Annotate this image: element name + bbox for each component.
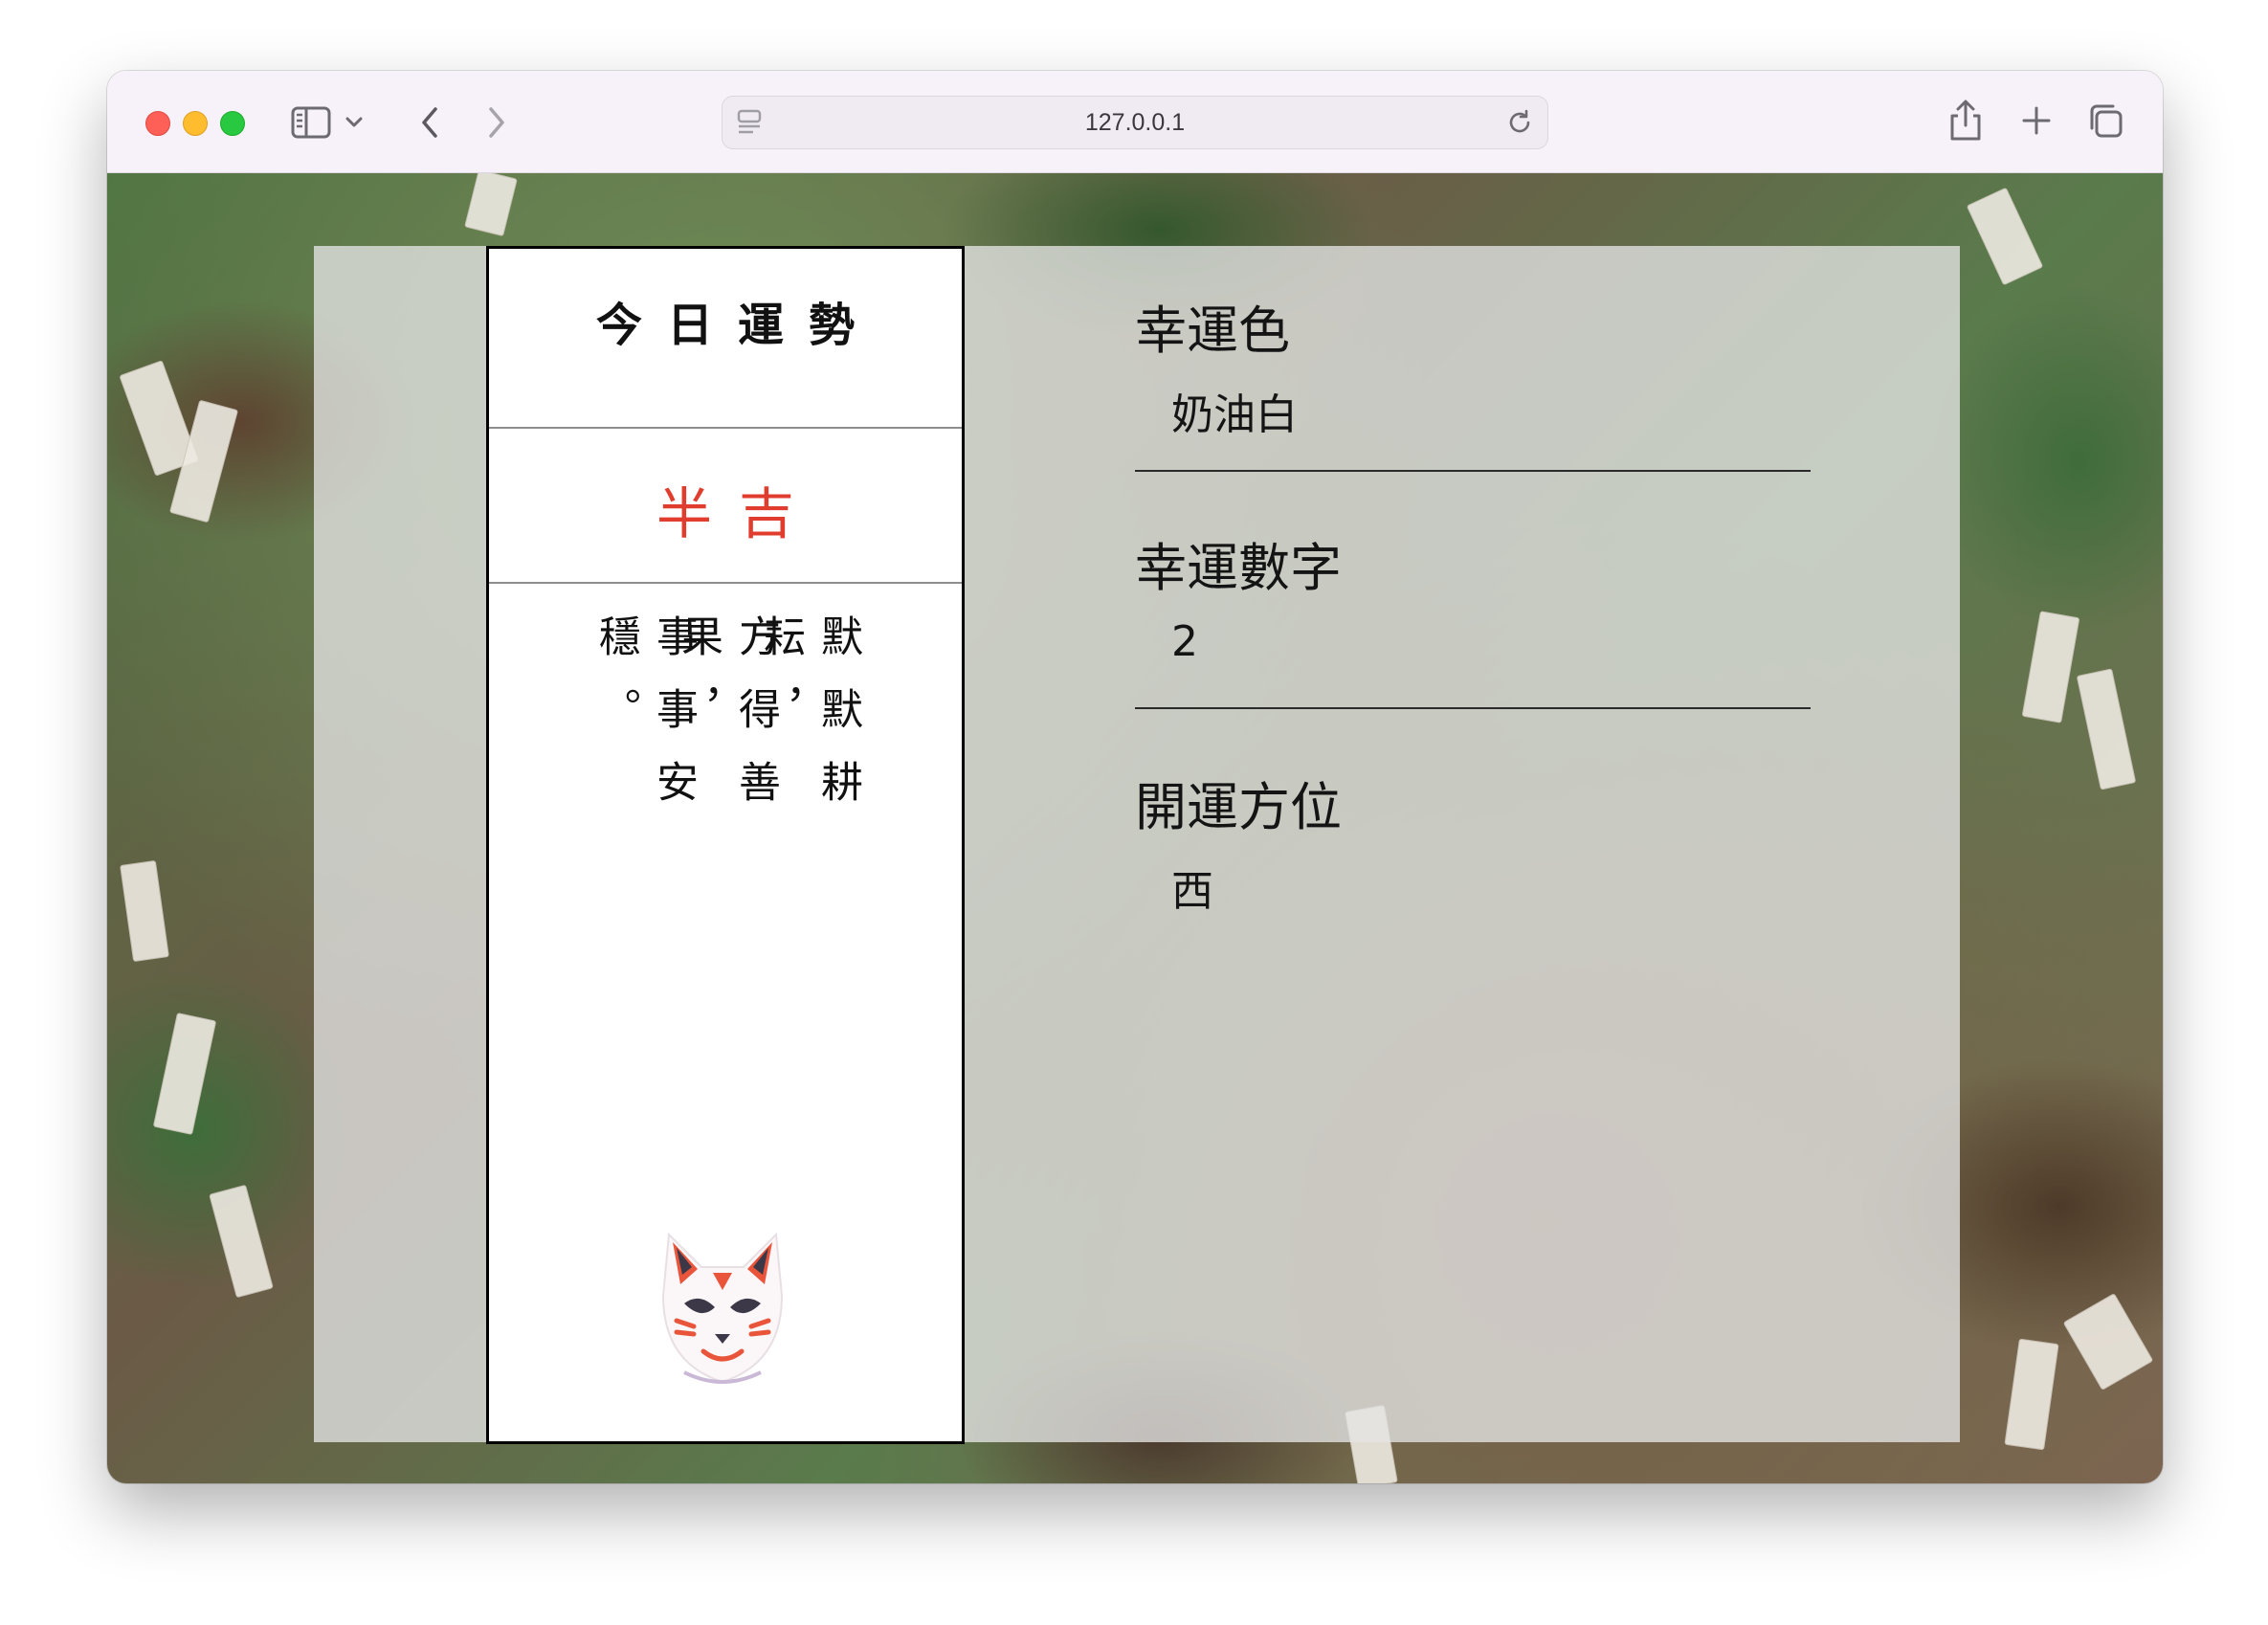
info-label: 開運方位 bbox=[1135, 777, 1342, 837]
omikuji-title: 今日運勢 bbox=[595, 299, 879, 352]
poem-line: 方得善果， bbox=[674, 614, 780, 833]
chevron-right-icon[interactable] bbox=[478, 101, 515, 144]
share-icon[interactable] bbox=[1945, 96, 1987, 145]
info-value: 西 bbox=[1171, 867, 1213, 916]
address-bar[interactable]: 127.0.0.1 bbox=[722, 96, 1548, 149]
info-value: 奶油白 bbox=[1171, 390, 1298, 439]
poem-line: 默默耕耘， bbox=[756, 614, 862, 833]
divider bbox=[1135, 707, 1811, 709]
url-text[interactable]: 127.0.0.1 bbox=[723, 97, 1547, 148]
minimize-window-button[interactable] bbox=[183, 111, 208, 136]
chevron-down-icon[interactable] bbox=[343, 107, 366, 138]
tabs-overview-icon[interactable] bbox=[2084, 100, 2126, 142]
plus-icon[interactable] bbox=[2015, 100, 2057, 142]
fox-mask-icon bbox=[656, 1229, 789, 1386]
omikuji-card: 今日運勢 半吉 默默耕耘， 方得善果， 事事安穩。 bbox=[486, 246, 965, 1444]
info-value: 2 bbox=[1171, 617, 1198, 666]
fortune-result: 半吉 bbox=[656, 481, 821, 546]
chevron-left-icon[interactable] bbox=[411, 101, 448, 144]
info-label: 幸運數字 bbox=[1135, 538, 1342, 598]
close-window-button[interactable] bbox=[145, 111, 170, 136]
divider bbox=[1135, 470, 1811, 472]
browser-toolbar: 127.0.0.1 bbox=[107, 71, 2163, 173]
sidebar-icon[interactable] bbox=[291, 103, 331, 142]
divider bbox=[489, 427, 962, 429]
page-viewport: 今日運勢 半吉 默默耕耘， 方得善果， 事事安穩。 幸運色 奶油白 幸運數字 2… bbox=[107, 173, 2163, 1483]
fortune-poem: 默默耕耘， 方得善果， 事事安穩。 bbox=[591, 614, 866, 959]
maximize-window-button[interactable] bbox=[220, 111, 245, 136]
divider bbox=[489, 582, 962, 584]
browser-window: 127.0.0.1 今日運勢 半吉 默默耕耘， 方得善果， 事事安穩。 幸運色 … bbox=[107, 71, 2163, 1483]
poem-line: 事事安穩。 bbox=[591, 614, 698, 833]
reload-icon[interactable] bbox=[1505, 108, 1534, 137]
info-label: 幸運色 bbox=[1135, 301, 1290, 361]
